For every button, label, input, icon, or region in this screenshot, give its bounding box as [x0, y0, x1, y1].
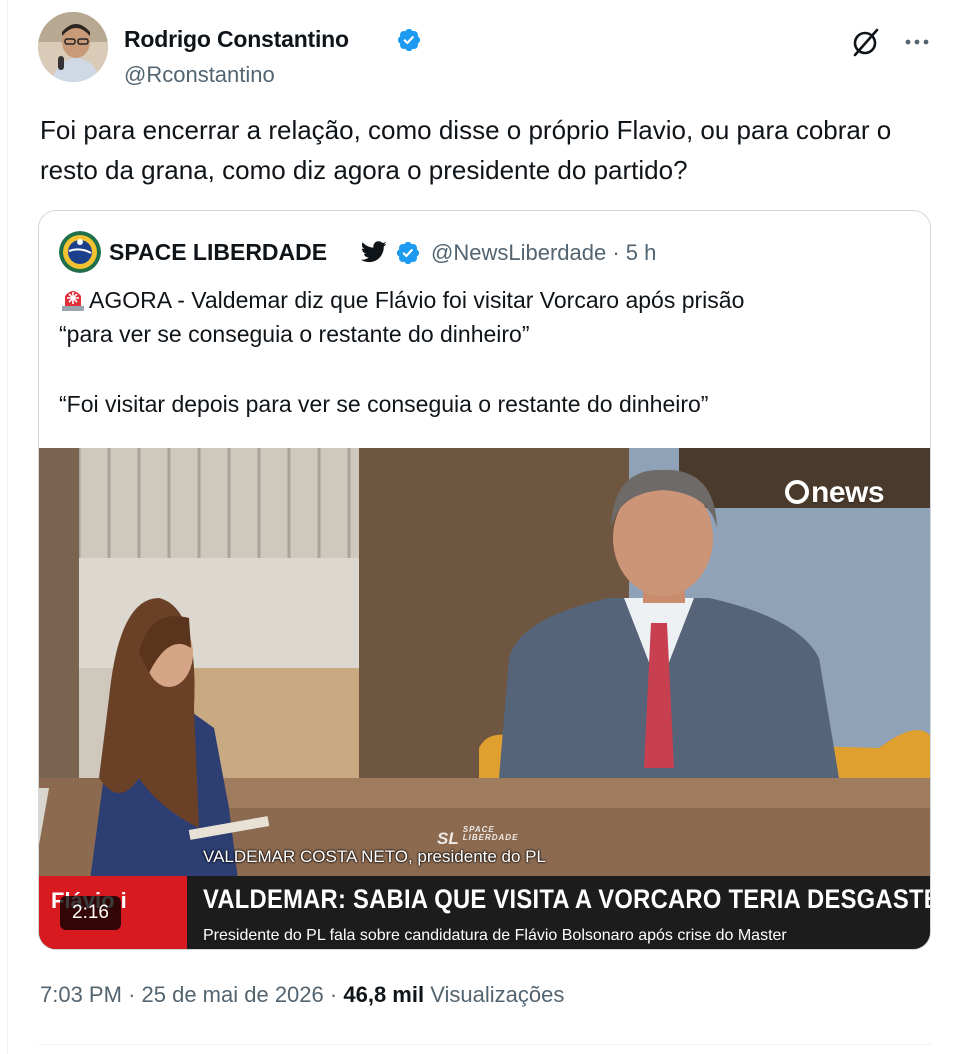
- quoted-tweet[interactable]: SPACE LIBERDADE @NewsLiberdade · 5 h AGO…: [38, 210, 931, 950]
- lower-third: Flávio i VALDEMAR: SABIA QUE VISITA A VO…: [39, 876, 931, 949]
- quote-line-1: AGORA - Valdemar diz que Flávio foi visi…: [59, 283, 919, 317]
- lower-third-subheadline: Presidente do PL fala sobre candidatura …: [203, 927, 787, 944]
- video-duration-badge: 2:16: [60, 896, 121, 930]
- bottom-divider: [38, 1044, 931, 1045]
- more-icon[interactable]: [902, 26, 932, 56]
- quote-line-3: “Foi visitar depois para ver se consegui…: [59, 391, 709, 417]
- quote-handle-time: @NewsLiberdade · 5 h: [431, 240, 656, 266]
- author-avatar[interactable]: [38, 12, 108, 82]
- views-label[interactable]: Visualizações: [430, 982, 564, 1007]
- video-frame: [39, 448, 930, 949]
- tweet-date[interactable]: 25 de mai de 2026: [142, 982, 324, 1007]
- quote-text: AGORA - Valdemar diz que Flávio foi visi…: [59, 283, 919, 421]
- tweet-text: Foi para encerrar a relação, como disse …: [40, 115, 892, 185]
- meta-separator-1: ·: [128, 982, 136, 1007]
- globo-icon: [785, 480, 809, 504]
- quote-video[interactable]: news SL SPACE LIBERDADE VALDEMAR COSTA NE…: [39, 448, 931, 949]
- channel-logo: news: [785, 476, 885, 510]
- speaker-caption: VALDEMAR COSTA NETO, presidente do PL: [203, 847, 546, 866]
- verified-badge-icon[interactable]: [396, 27, 422, 53]
- rotating-light-emoji-icon: [62, 291, 84, 311]
- quote-author-avatar: [59, 231, 101, 273]
- author-name[interactable]: Rodrigo Constantino: [124, 26, 349, 53]
- views-count[interactable]: 46,8 mil: [343, 982, 424, 1007]
- grok-icon[interactable]: [850, 26, 882, 58]
- twitter-bird-icon: [361, 241, 387, 263]
- video-watermark: SL SPACE LIBERDADE: [437, 825, 519, 849]
- quote-verified-badge-icon: [396, 241, 420, 265]
- watermark-text: SL: [437, 829, 459, 848]
- watermark-small-text: SPACE LIBERDADE: [462, 825, 519, 842]
- channel-logo-text: news: [811, 476, 885, 509]
- meta-separator-2: ·: [329, 982, 338, 1007]
- quote-author-handle: @NewsLiberdade: [431, 240, 607, 265]
- quote-author-name: SPACE LIBERDADE: [109, 239, 328, 265]
- quote-separator: ·: [612, 240, 620, 265]
- tweet-meta: 7:03 PM · 25 de mai de 2026 · 46,8 mil V…: [40, 982, 564, 1008]
- tweet-header: Rodrigo Constantino @Rconstantino: [38, 12, 936, 87]
- lower-third-bar: VALDEMAR: SABIA QUE VISITA A VORCARO TER…: [187, 876, 931, 949]
- tweet-time[interactable]: 7:03 PM: [40, 982, 122, 1007]
- lower-third-headline: VALDEMAR: SABIA QUE VISITA A VORCARO TER…: [203, 884, 931, 914]
- quote-line-1-text: AGORA - Valdemar diz que Flávio foi visi…: [89, 287, 745, 313]
- quote-paragraph-gap: [59, 351, 919, 387]
- quote-timestamp[interactable]: 5 h: [626, 240, 657, 265]
- quote-line-2: “para ver se conseguia o restante do din…: [59, 321, 530, 347]
- author-handle[interactable]: @Rconstantino: [124, 62, 275, 88]
- left-divider: [7, 0, 8, 1054]
